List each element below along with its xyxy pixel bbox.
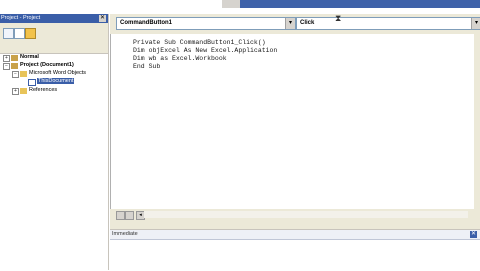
expand-icon[interactable]: + [3, 55, 10, 62]
project-icon [11, 55, 18, 61]
view-code-button[interactable] [3, 28, 14, 39]
code-line[interactable]: Dim objExcel As New Excel.Application [133, 47, 277, 55]
project-explorer: Project - Project ✕ + Normal − Project (… [0, 14, 109, 270]
document-icon [28, 79, 36, 86]
collapse-icon[interactable]: − [3, 63, 10, 70]
top-window-strip [0, 0, 480, 8]
expand-icon[interactable]: + [12, 88, 19, 95]
collapse-icon[interactable]: − [12, 71, 19, 78]
code-editor[interactable]: Private Sub CommandButton1_Click() Dim o… [110, 34, 475, 209]
code-window-toolbar: CommandButton1 ▾ Click ▾ [110, 14, 480, 34]
procedure-combo[interactable]: Click ▾ [296, 17, 480, 30]
immediate-window[interactable]: Immediate ✕ [110, 229, 480, 271]
horizontal-scrollbar[interactable]: ◂ [110, 209, 474, 220]
folder-icon [20, 71, 27, 77]
project-explorer-title: Project - Project [1, 15, 41, 21]
vertical-scrollbar[interactable] [474, 34, 480, 220]
tree-node-this-document[interactable]: ThisDocument [37, 78, 75, 85]
project-explorer-title-bar: Project - Project ✕ [0, 14, 108, 23]
tree-node-references[interactable]: References [29, 87, 57, 94]
code-line[interactable]: End Sub [133, 63, 160, 71]
code-line[interactable]: Private Sub CommandButton1_Click() [133, 39, 266, 47]
scroll-track[interactable] [144, 211, 468, 218]
immediate-window-title-bar: Immediate ✕ [110, 230, 480, 240]
view-object-button[interactable] [14, 28, 25, 39]
tree-node-normal[interactable]: Normal [20, 54, 39, 61]
hourglass-cursor-icon: ⧗ [335, 13, 342, 23]
procedure-combo-value: Click [300, 20, 315, 26]
tree-node-word-objects[interactable]: Microsoft Word Objects [29, 70, 86, 77]
close-icon[interactable]: ✕ [99, 15, 106, 22]
project-explorer-toolbar [0, 23, 108, 54]
close-icon[interactable]: ✕ [470, 231, 477, 238]
object-combo-value: CommandButton1 [120, 20, 172, 26]
chevron-down-icon[interactable]: ▾ [285, 18, 295, 29]
toggle-folders-button[interactable] [25, 28, 36, 39]
this-document-label: ThisDocument [37, 78, 75, 84]
chevron-down-icon[interactable]: ▾ [471, 18, 480, 29]
object-combo[interactable]: CommandButton1 ▾ [116, 17, 296, 30]
code-line[interactable]: Dim wb as Excel.Workbook [133, 55, 227, 63]
folder-icon [20, 88, 27, 94]
splitter[interactable] [110, 220, 480, 229]
window-title-bar [240, 0, 480, 8]
full-module-view-button[interactable] [125, 211, 134, 220]
immediate-window-title: Immediate [112, 231, 138, 237]
procedure-view-button[interactable] [116, 211, 125, 220]
window-edge [222, 0, 240, 8]
tree-node-project[interactable]: Project (Document1) [20, 62, 74, 69]
project-icon [11, 63, 18, 69]
